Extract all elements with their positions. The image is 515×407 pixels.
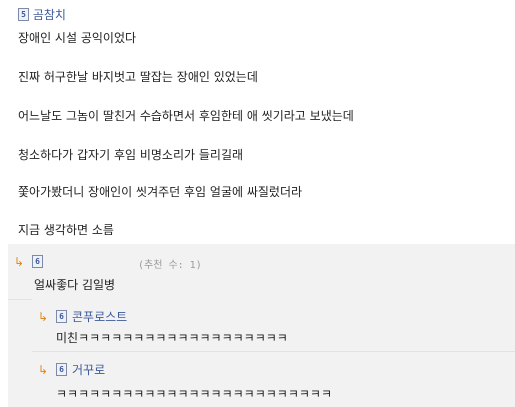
level-badge-icon: 6 [32,255,43,268]
comment-text: 미친ㅋㅋㅋㅋㅋㅋㅋㅋㅋㅋㅋㅋㅋㅋㅋㅋㅋㅋㅋ [56,331,288,345]
reply-arrow-icon: ↳ [38,363,49,377]
reply-arrow-icon: ↳ [14,255,25,269]
post-line: 진짜 허구한날 바지벗고 딸잡는 장애인 있었는데 [18,70,258,84]
post-line: 청소하다가 갑자기 후임 비명소리가 들리길래 [18,148,244,162]
comment-author[interactable]: 콘푸로스트 [72,308,127,325]
comment-section: ↳ 6 (추천 수: 1) 얼싸좋다 김일병 ↳ 6 콘푸로스트 미친ㅋㅋㅋㅋㅋ… [8,244,515,407]
vote-count: (추천 수: 1) [138,260,202,271]
level-badge-icon: 6 [56,310,67,323]
post-line: 어느날도 그놈이 딸친거 수습하면서 후임한테 애 씻기라고 보냈는데 [18,109,354,123]
post-line: 쫓아가봤더니 장애인이 씻겨주던 후임 얼굴에 싸질렀더라 [18,185,303,199]
post-author[interactable]: 곰참치 [33,8,66,22]
comment-text: ㅋㅋㅋㅋㅋㅋㅋㅋㅋㅋㅋㅋㅋㅋㅋㅋㅋㅋㅋㅋㅋㅋㅋㅋㅋ [56,387,333,401]
comment-text: 얼싸좋다 김일병 [34,278,116,292]
reply-item: ↳ 6 거꾸로 ㅋㅋㅋㅋㅋㅋㅋㅋㅋㅋㅋㅋㅋㅋㅋㅋㅋㅋㅋㅋㅋㅋㅋㅋㅋ [32,352,515,407]
comment-item: ↳ 6 (추천 수: 1) 얼싸좋다 김일병 [8,244,515,300]
post-header: 5 곰참치 [18,6,66,23]
comment-author[interactable]: 거꾸로 [72,361,105,378]
reply-arrow-icon: ↳ [38,310,49,324]
post-line: 장애인 시설 공익이었다 [18,31,137,45]
level-badge-icon: 6 [56,363,67,376]
reply-item: ↳ 6 콘푸로스트 미친ㅋㅋㅋㅋㅋㅋㅋㅋㅋㅋㅋㅋㅋㅋㅋㅋㅋㅋㅋ [32,299,515,352]
post-line: 지금 생각하면 소름 [18,223,114,237]
level-badge-icon: 5 [18,8,29,21]
